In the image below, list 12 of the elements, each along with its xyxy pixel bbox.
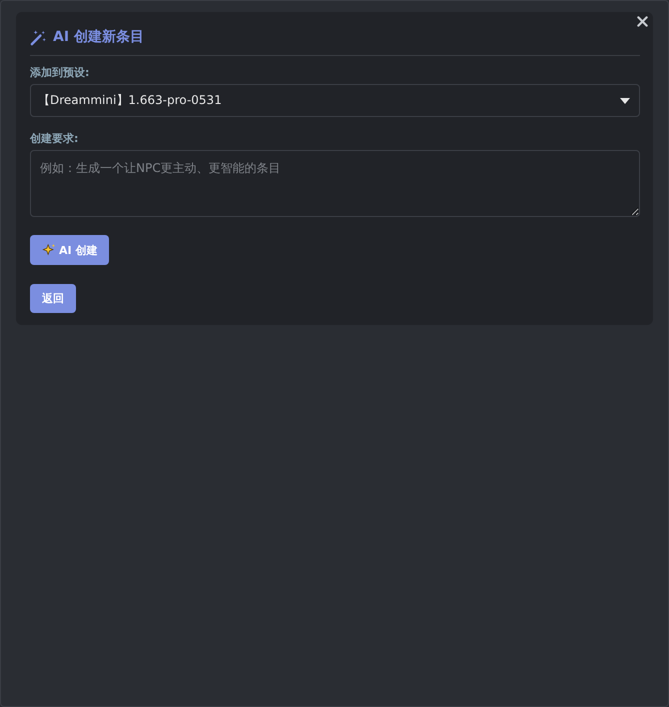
close-icon[interactable] xyxy=(637,16,648,27)
caret-icon xyxy=(620,98,630,104)
field-label: 创建要求: xyxy=(30,131,78,146)
back-button[interactable]: 返回 xyxy=(30,284,76,313)
dropdown-value: 【Dreammini】1.663-pro-0531 xyxy=(38,92,222,109)
request-field[interactable]: 例如：生成一个让NPC更主动、更智能的条目 xyxy=(30,150,640,217)
preset-dropdown[interactable]: 【Dreammini】1.663-pro-0531 xyxy=(30,84,640,117)
dialog-title: AI 创建新条目 xyxy=(53,28,144,46)
sparkles-icon xyxy=(42,243,56,257)
magic-wand-icon xyxy=(30,28,47,46)
ai-create-button[interactable]: AI 创建 xyxy=(30,235,110,265)
field-label: 添加到预设: xyxy=(30,65,90,80)
